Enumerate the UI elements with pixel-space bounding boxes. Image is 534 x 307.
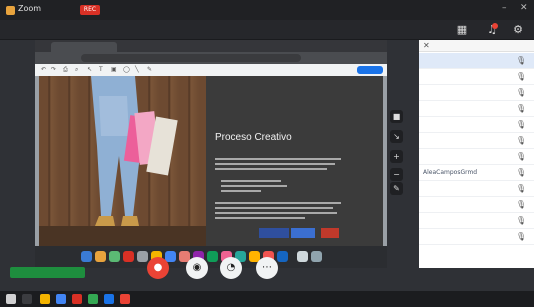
browser-tabs (35, 40, 387, 52)
comment-icon[interactable]: ✎ (147, 66, 152, 73)
browser-tab[interactable] (51, 42, 117, 52)
slide-text-line (215, 202, 341, 204)
slide-bullet-line (221, 190, 261, 192)
slide-bullet-line (221, 185, 287, 187)
taskbar (0, 291, 534, 307)
browser-toolbar (35, 52, 387, 64)
slide-text-line (215, 207, 333, 209)
participant-row[interactable]: 🎙 (419, 101, 534, 117)
slide-bullet-line (221, 180, 281, 182)
slide-text-line (215, 212, 337, 214)
recording-badge[interactable]: REC (80, 5, 100, 15)
app-icon[interactable] (120, 294, 130, 304)
logo-block (291, 228, 315, 238)
more-icon[interactable]: ⋯ (256, 257, 278, 279)
notification-dot (492, 23, 498, 29)
zoom-in-icon[interactable]: + (390, 150, 403, 163)
participant-row[interactable]: AleaCamposGrmd 🎙 (419, 165, 534, 181)
shape-icon[interactable]: ◯ (123, 66, 130, 73)
participant-row[interactable]: 🎙 (419, 117, 534, 133)
slide-text-panel (206, 76, 383, 246)
logo-block (259, 228, 289, 238)
participant-row[interactable]: 🎙 (419, 85, 534, 101)
participant-row[interactable]: 🎙 (419, 181, 534, 197)
presenter-tools: ■ ↘ + − ✎ (387, 110, 407, 195)
redo-icon[interactable]: ↷ (51, 66, 56, 73)
shopping-person-illustration (39, 76, 206, 246)
title-bar: Zoom REC – ✕ (0, 0, 534, 20)
pointer-icon[interactable]: ↘ (390, 130, 403, 143)
stop-icon[interactable]: ● (147, 257, 169, 279)
slide-photo (39, 76, 206, 246)
image-icon[interactable]: ▣ (111, 66, 117, 73)
participant-name: AleaCamposGrmd (423, 169, 478, 176)
shared-screen: ↶ ↷ ⎙ ⌕ ↖ T ▣ ◯ ╲ ✎ Proceso Creativo (35, 40, 387, 268)
browser-tab[interactable] (183, 42, 243, 52)
meeting-controls: ● ◉ ◔ ⋯ (0, 255, 419, 291)
app-icon[interactable] (56, 294, 66, 304)
settings-icon[interactable]: ⚙ (510, 22, 526, 38)
slide-text-line (215, 168, 327, 170)
textbox-icon[interactable]: T (99, 66, 103, 73)
mic-icon[interactable]: 🎙 (516, 136, 526, 145)
slide-text-line (215, 158, 341, 160)
app-icon[interactable] (88, 294, 98, 304)
mic-icon[interactable]: 🎙 (516, 104, 526, 113)
participant-row[interactable]: 🎙 (419, 53, 534, 69)
mic-icon[interactable]: 🎙 (516, 184, 526, 193)
app-title: Zoom (18, 4, 42, 13)
status-badge (10, 267, 85, 278)
slide-text-line (215, 163, 335, 165)
participant-row[interactable]: 🎙 (419, 133, 534, 149)
slides-toolbar: ↶ ↷ ⎙ ⌕ ↖ T ▣ ◯ ╲ ✎ (35, 64, 387, 76)
slide-title: Proceso Creativo (215, 132, 292, 143)
participant-row[interactable]: 🎙 (419, 197, 534, 213)
mic-icon[interactable]: 🎙 (516, 88, 526, 97)
layout-icon[interactable]: ▦ (454, 22, 470, 38)
slides-share-button[interactable] (357, 66, 383, 74)
presentation-slide: Proceso Creativo (39, 76, 383, 246)
address-bar[interactable] (81, 54, 301, 62)
participants-panel: ✕ 🎙 🎙 🎙 🎙 🎙 🎙 🎙 AleaCamposGrmd 🎙 🎙 🎙 🎙 🎙 (419, 40, 534, 268)
mic-icon[interactable]: 🎙 (516, 120, 526, 129)
cursor-icon[interactable]: ↖ (87, 66, 92, 73)
mic-icon[interactable]: 🎙 (516, 232, 526, 241)
camera-icon[interactable]: ◉ (186, 257, 208, 279)
participant-row[interactable]: 🎙 (419, 229, 534, 245)
app-logo (6, 6, 15, 15)
close-window-button[interactable]: ✕ (520, 3, 528, 13)
share-screen-icon[interactable]: ◔ (220, 257, 242, 279)
mic-icon[interactable]: 🎙 (516, 72, 526, 81)
mic-icon[interactable]: 🎙 (516, 56, 526, 65)
slide-text-line (215, 217, 305, 219)
app-icon[interactable] (40, 294, 50, 304)
windows-icon[interactable] (6, 294, 16, 304)
zoom-icon[interactable]: ⌕ (75, 66, 78, 74)
participant-row[interactable]: 🎙 (419, 69, 534, 85)
undo-icon[interactable]: ↶ (41, 66, 46, 73)
browser-tab[interactable] (119, 42, 181, 52)
search-icon[interactable] (22, 294, 32, 304)
app-icon[interactable] (104, 294, 114, 304)
mic-icon[interactable]: 🎙 (516, 216, 526, 225)
participant-row[interactable]: 🎙 (419, 213, 534, 229)
zoom-out-icon[interactable]: − (390, 168, 403, 181)
annotate-icon[interactable]: ■ (390, 110, 403, 123)
mic-icon[interactable]: 🎙 (516, 168, 526, 177)
mic-icon[interactable]: 🎙 (516, 200, 526, 209)
slide-canvas: Proceso Creativo (35, 76, 387, 246)
logo-block (321, 228, 339, 238)
pen-icon[interactable]: ✎ (390, 182, 403, 195)
line-icon[interactable]: ╲ (135, 66, 139, 73)
close-icon[interactable]: ✕ (423, 41, 430, 50)
app-icon[interactable] (72, 294, 82, 304)
minimize-button[interactable]: – (502, 3, 507, 13)
participant-row[interactable]: 🎙 (419, 149, 534, 165)
mic-icon[interactable]: 🎙 (516, 152, 526, 161)
meeting-info-bar: ▦ ♫ ⚙ (0, 20, 534, 40)
print-icon[interactable]: ⎙ (63, 66, 68, 74)
panel-header: ✕ (419, 40, 534, 52)
